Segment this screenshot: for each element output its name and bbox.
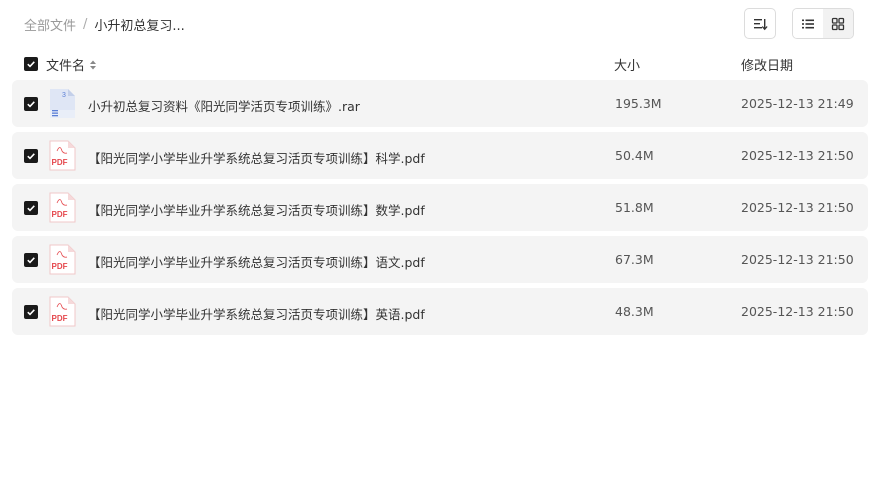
file-name[interactable]: 【阳光同学小学毕业升学系统总复习活页专项训练】科学.pdf [88,148,425,167]
file-modified-date: 2025-12-13 21:50 [741,148,854,163]
column-header-name[interactable]: 文件名 [46,55,97,74]
breadcrumb-separator: / [83,16,88,32]
column-header-name-label: 文件名 [46,59,86,74]
view-toggle [792,8,854,39]
file-modified-date: 2025-12-13 21:49 [741,96,854,111]
file-modified-date: 2025-12-13 21:50 [741,200,854,215]
svg-text:PDF: PDF [52,262,68,271]
file-name[interactable]: 【阳光同学小学毕业升学系统总复习活页专项训练】英语.pdf [88,304,425,323]
sort-caret-icon [89,59,97,71]
row-checkbox[interactable] [24,253,38,267]
file-modified-date: 2025-12-13 21:50 [741,304,854,319]
file-row[interactable]: PDF 【阳光同学小学毕业升学系统总复习活页专项训练】数学.pdf 51.8M … [12,184,868,231]
checkmark-icon [27,61,35,68]
column-header-date[interactable]: 修改日期 [741,55,793,74]
column-header-size[interactable]: 大小 [614,55,640,74]
breadcrumb-root-link[interactable]: 全部文件 [24,15,76,34]
svg-text:PDF: PDF [52,314,68,323]
sort-icon [754,18,768,30]
file-list: 3 小升初总复习资料《阳光同学活页专项训练》.rar 195.3M 2025-1… [12,80,868,340]
file-size: 51.8M [615,200,654,215]
list-view-icon [802,19,814,28]
file-row[interactable]: PDF 【阳光同学小学毕业升学系统总复习活页专项训练】英语.pdf 48.3M … [12,288,868,335]
checkmark-icon [27,153,35,160]
svg-text:PDF: PDF [52,158,68,167]
pdf-file-icon: PDF [49,244,76,275]
checkmark-icon [27,101,35,108]
row-checkbox[interactable] [24,97,38,111]
file-row[interactable]: PDF 【阳光同学小学毕业升学系统总复习活页专项训练】科学.pdf 50.4M … [12,132,868,179]
row-checkbox[interactable] [24,149,38,163]
row-checkbox[interactable] [24,305,38,319]
grid-view-button[interactable] [823,9,853,38]
row-checkbox[interactable] [24,201,38,215]
breadcrumb-current-folder: 小升初总复习... [94,18,185,34]
checkmark-icon [27,205,35,212]
file-size: 67.3M [615,252,654,267]
pdf-file-icon: PDF [49,296,76,327]
file-row[interactable]: PDF 【阳光同学小学毕业升学系统总复习活页专项训练】语文.pdf 67.3M … [12,236,868,283]
checkmark-icon [27,309,35,316]
file-size: 50.4M [615,148,654,163]
pdf-file-icon: PDF [49,140,76,171]
archive-file-icon: 3 [50,89,75,118]
svg-text:3: 3 [62,92,66,99]
file-size: 48.3M [615,304,654,319]
file-row[interactable]: 3 小升初总复习资料《阳光同学活页专项训练》.rar 195.3M 2025-1… [12,80,868,127]
breadcrumb: 全部文件 / 小升初总复习... [24,14,185,34]
pdf-file-icon: PDF [49,192,76,223]
select-all-checkbox[interactable] [24,57,38,71]
list-view-button[interactable] [793,9,823,38]
file-name[interactable]: 【阳光同学小学毕业升学系统总复习活页专项训练】语文.pdf [88,252,425,271]
file-size: 195.3M [615,96,662,111]
sort-button[interactable] [744,8,776,39]
svg-text:PDF: PDF [52,210,68,219]
grid-view-icon [831,17,845,30]
file-name[interactable]: 小升初总复习资料《阳光同学活页专项训练》.rar [88,96,360,115]
checkmark-icon [27,257,35,264]
file-name[interactable]: 【阳光同学小学毕业升学系统总复习活页专项训练】数学.pdf [88,200,425,219]
table-header: 文件名 大小 修改日期 [12,52,868,76]
file-modified-date: 2025-12-13 21:50 [741,252,854,267]
